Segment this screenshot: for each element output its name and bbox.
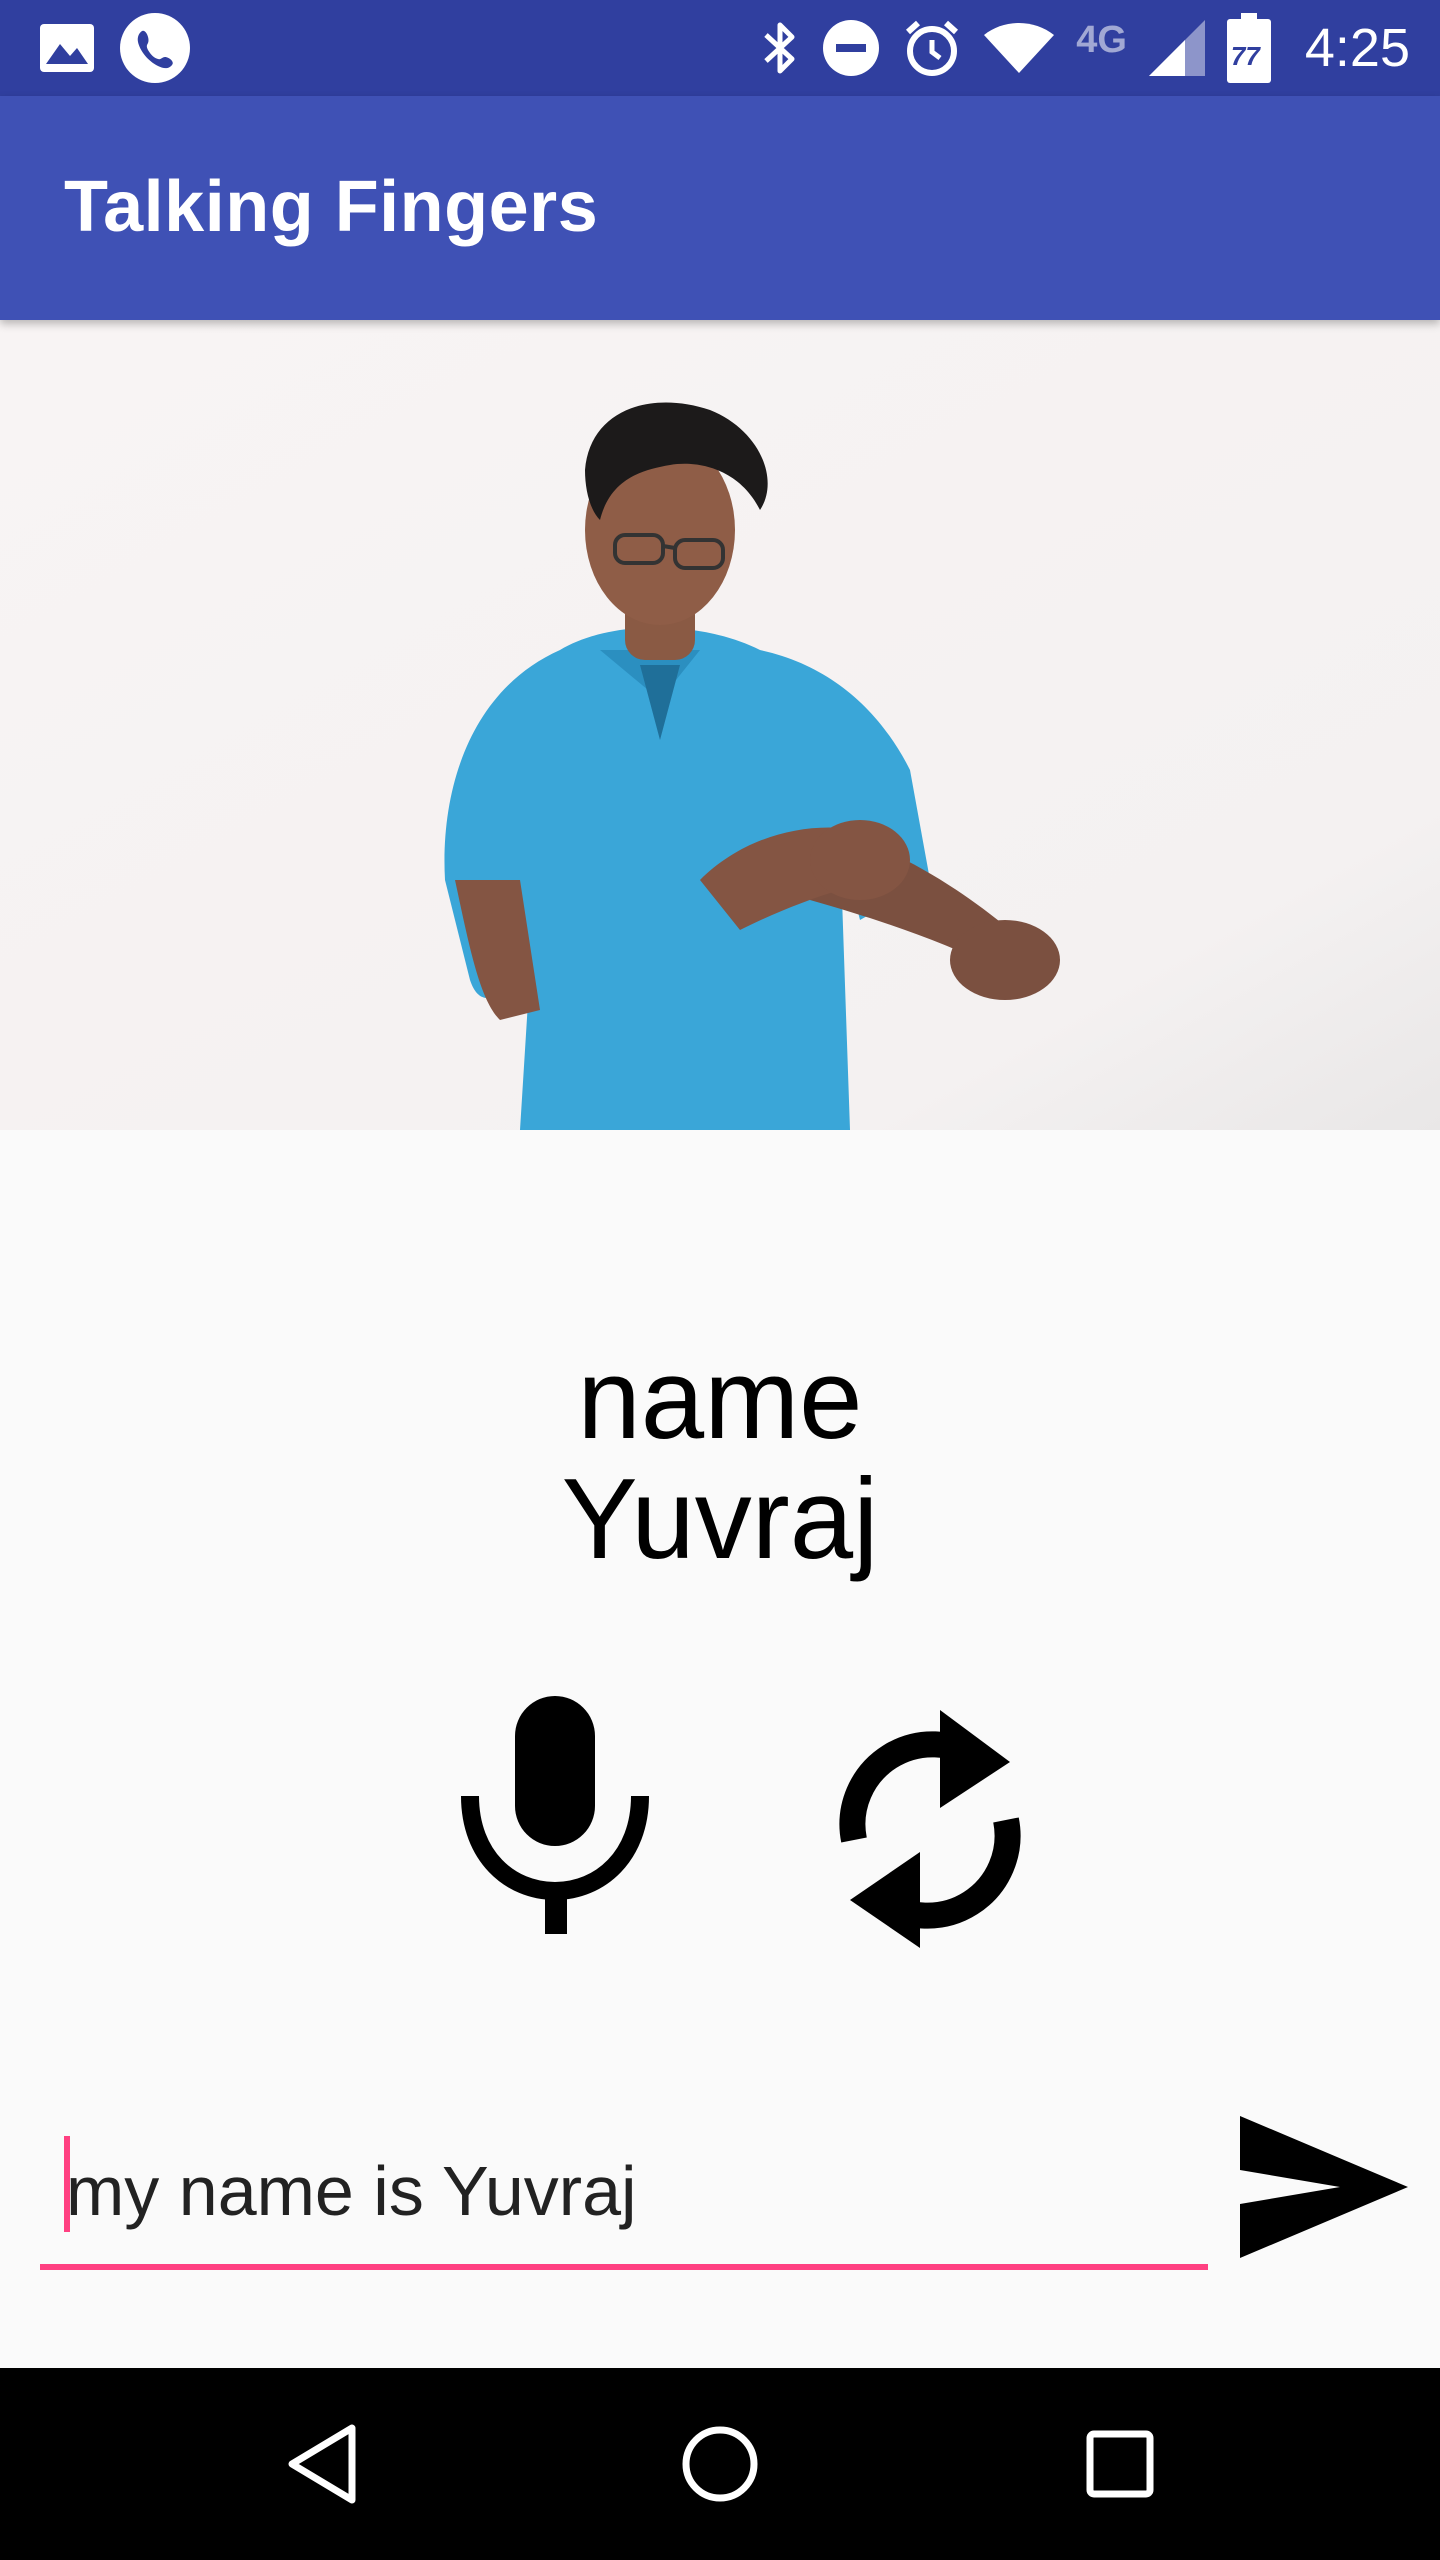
network-type-label: 4G (1076, 18, 1127, 61)
nav-recents-button[interactable] (1070, 2414, 1170, 2514)
image-icon (40, 24, 94, 72)
wifi-icon (984, 23, 1055, 73)
recognized-line-2: Yuvraj (561, 1456, 879, 1583)
input-underline (40, 2264, 1208, 2270)
status-clock: 4:25 (1304, 18, 1410, 78)
status-bar: 4G 77 4:25 (0, 0, 1440, 96)
battery-level-text: 77 (1230, 41, 1260, 71)
do-not-disturb-icon (822, 19, 880, 77)
refresh-button[interactable] (820, 1690, 1040, 1960)
status-system-icons: 4G 77 4:25 (760, 10, 1410, 86)
mic-icon (461, 1696, 649, 1934)
app-title: Talking Fingers (64, 167, 599, 247)
recognized-line-1: name (577, 1336, 863, 1463)
app-bar: Talking Fingers (0, 96, 1440, 320)
nav-home-button[interactable] (670, 2414, 770, 2514)
bluetooth-icon (760, 19, 800, 77)
send-button[interactable] (1236, 2112, 1412, 2262)
sign-video-view[interactable] (0, 320, 1440, 1130)
refresh-icon (839, 1710, 1021, 1948)
mic-button[interactable] (460, 1696, 650, 1936)
home-icon (682, 2426, 758, 2502)
navigation-bar (0, 2368, 1440, 2560)
send-icon (1240, 2116, 1408, 2258)
nav-back-button[interactable] (272, 2414, 372, 2514)
back-icon (288, 2424, 356, 2504)
text-caret (64, 2136, 70, 2232)
phone-icon (120, 13, 190, 83)
recognized-text: name Yuvraj (0, 1340, 1440, 1580)
status-notifications (40, 13, 190, 83)
signer-illustration (0, 320, 1440, 1130)
battery-icon: 77 (1226, 13, 1271, 83)
alarm-icon (902, 18, 962, 78)
message-input-wrapper (40, 2120, 1208, 2280)
recents-icon (1086, 2430, 1154, 2498)
cell-signal-icon (1148, 20, 1205, 76)
message-input[interactable] (64, 2120, 1198, 2262)
